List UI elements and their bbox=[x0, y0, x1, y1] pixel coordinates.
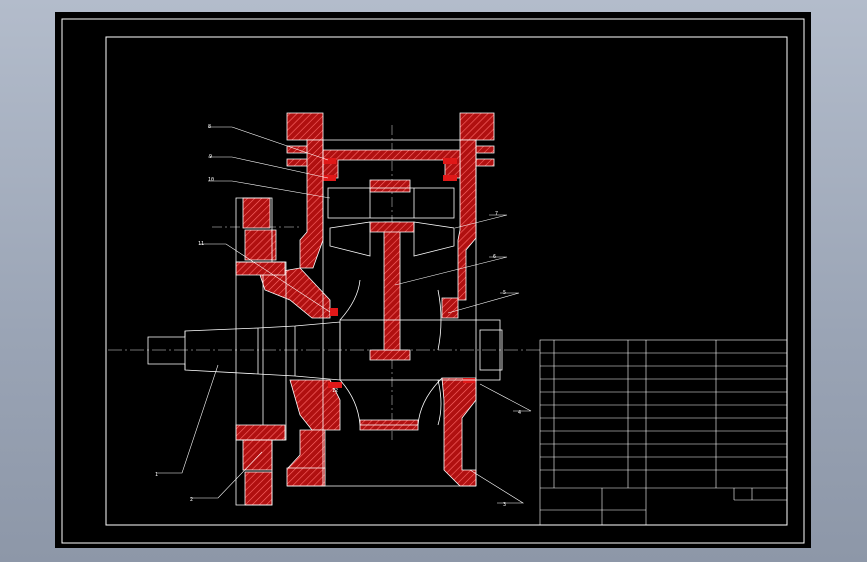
balloon-11: 11 bbox=[198, 241, 204, 247]
balloon-4: 4 bbox=[518, 410, 521, 416]
balloon-2: 2 bbox=[190, 497, 193, 503]
balloon-12: 12 bbox=[332, 388, 338, 394]
balloon-6: 6 bbox=[493, 254, 496, 260]
housing-section bbox=[235, 112, 495, 506]
balloon-5: 5 bbox=[503, 290, 506, 296]
title-block bbox=[539, 339, 788, 526]
assembly-drawing: 1 2 3 4 5 6 7 8 9 10 11 12 bbox=[61, 18, 805, 544]
balloon-8: 8 bbox=[208, 124, 211, 130]
balloon-7: 7 bbox=[495, 211, 498, 217]
outer-frame bbox=[61, 18, 805, 544]
balloon-1: 1 bbox=[155, 472, 158, 478]
balloon-3: 3 bbox=[503, 502, 506, 508]
balloon-10: 10 bbox=[208, 177, 214, 183]
balloon-9: 9 bbox=[209, 154, 212, 160]
